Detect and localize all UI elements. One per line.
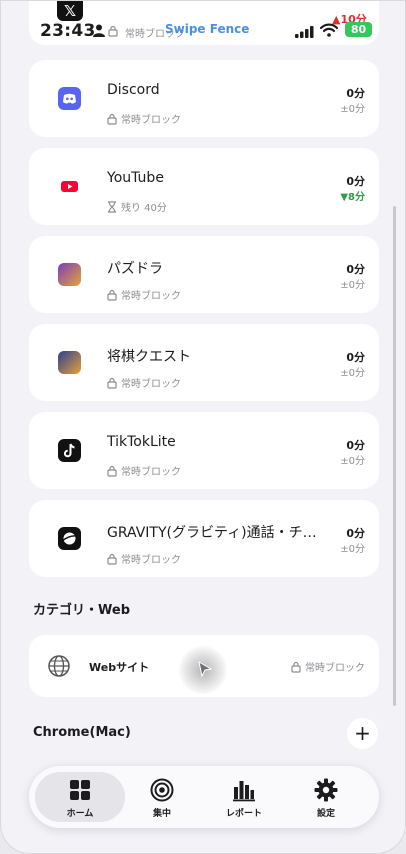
chrome-section-title: Chrome(Mac) xyxy=(33,725,131,740)
lock-icon xyxy=(291,661,301,673)
cursor-arrow-icon xyxy=(198,661,212,677)
app-status-text: 残り 40分 xyxy=(121,203,167,214)
app-usage-time: 0分 xyxy=(346,439,365,452)
tab-settings[interactable]: 設定 xyxy=(281,772,371,822)
battery-indicator: 80 xyxy=(345,22,372,37)
tab-focus[interactable]: 集中 xyxy=(117,772,207,822)
app-card[interactable]: 将棋クエスト常時ブロック 0分 ±0分 xyxy=(29,324,379,401)
app-name: YouTube xyxy=(107,170,164,186)
app-usage-delta: ±0分 xyxy=(340,280,365,291)
app-status-text: 常時ブロック xyxy=(121,467,181,478)
tab-report[interactable]: レポート xyxy=(199,772,289,822)
app-status-text: 常時ブロック xyxy=(121,379,181,390)
discord-icon xyxy=(58,87,81,110)
app-usage-time: 0分 xyxy=(346,263,365,276)
app-usage-delta: ±0分 xyxy=(340,104,365,115)
app-status: 残り 40分 xyxy=(107,199,167,214)
app-usage-time: 0分 xyxy=(346,175,365,188)
app-name: TikTokLite xyxy=(107,434,176,450)
app-status: 常時ブロック xyxy=(107,111,181,126)
app-card[interactable]: パズドラ常時ブロック 0分 ±0分 xyxy=(29,236,379,313)
app-name: パズドラ xyxy=(107,261,163,277)
tab-report-label: レポート xyxy=(225,809,262,819)
app-usage-delta: ▼8分 xyxy=(340,192,365,203)
puzzle-dragons-icon xyxy=(58,263,81,286)
app-card[interactable]: TikTokLite 常時ブロック 0分 ±0分 xyxy=(29,412,379,489)
add-button[interactable]: + xyxy=(347,718,378,749)
youtube-glyph xyxy=(61,181,78,192)
globe-icon xyxy=(48,655,70,677)
app-status: 常時ブロック xyxy=(107,551,181,566)
cellular-signal-icon xyxy=(295,26,314,38)
tab-bar: ホーム 集中 レポート 設定 xyxy=(29,766,379,828)
gravity-icon xyxy=(58,527,81,550)
web-category-status: 常時ブロック xyxy=(291,659,365,674)
shogi-quest-icon xyxy=(58,351,81,374)
tab-home-label: ホーム xyxy=(66,809,94,819)
app-usage-time: 0分 xyxy=(346,351,365,364)
app-usage-delta: ±0分 xyxy=(340,456,365,467)
web-category-label: Webサイト xyxy=(89,661,150,674)
app-card[interactable]: GRAVITY(グラビティ)通話・チ… 常時ブロック 0分 ±0分 xyxy=(29,500,379,577)
person-icon xyxy=(93,24,105,37)
lock-icon xyxy=(108,25,118,37)
report-chart-icon xyxy=(233,781,255,802)
app-status: 常時ブロック xyxy=(107,287,181,302)
app-status-text: 常時ブロック xyxy=(121,115,181,126)
settings-gear-icon xyxy=(314,778,338,802)
tab-home[interactable]: ホーム xyxy=(35,772,125,822)
app-card[interactable]: Discord 常時ブロック 0分 ±0分 xyxy=(29,60,379,137)
app-name-title: Swipe Fence xyxy=(165,22,250,36)
app-name: Discord xyxy=(107,82,160,98)
app-usage-time: 0分 xyxy=(346,87,365,100)
app-name: GRAVITY(グラビティ)通話・チ… xyxy=(107,525,317,541)
app-card[interactable]: YouTube 残り 40分 0分 ▼8分 xyxy=(29,148,379,225)
lock-icon xyxy=(107,553,117,565)
app-name: 将棋クエスト xyxy=(107,349,191,365)
scrollbar[interactable] xyxy=(393,206,396,706)
phone-screen: 𝕏 ▲10分 23:43 常時ブロック Swipe Fence 80 Disco… xyxy=(0,0,406,854)
focus-target-icon xyxy=(150,778,174,802)
tab-focus-label: 集中 xyxy=(152,809,171,819)
app-usage-delta: ±0分 xyxy=(340,368,365,379)
hourglass-icon xyxy=(108,200,116,213)
app-status: 常時ブロック xyxy=(107,375,181,390)
app-usage-delta: ±0分 xyxy=(340,544,365,555)
wifi-icon xyxy=(320,23,338,37)
lock-icon xyxy=(107,113,117,125)
app-status-text: 常時ブロック xyxy=(121,555,181,566)
status-time: 23:43 xyxy=(40,21,96,41)
discord-glyph xyxy=(63,93,76,104)
youtube-icon xyxy=(58,175,81,198)
app-status-text: 常時ブロック xyxy=(121,291,181,302)
lock-icon xyxy=(107,465,117,477)
lock-icon xyxy=(107,289,117,301)
app-status: 常時ブロック xyxy=(107,463,181,478)
tiktok-icon xyxy=(58,439,81,462)
category-section-title: カテゴリ・Web xyxy=(33,603,130,618)
lock-icon xyxy=(107,377,117,389)
web-category-status-text: 常時ブロック xyxy=(305,663,365,674)
tiktok-glyph xyxy=(63,443,75,458)
x-app-icon: 𝕏 xyxy=(57,1,83,21)
gravity-glyph xyxy=(61,532,78,545)
app-usage-time: 0分 xyxy=(346,527,365,540)
tab-settings-label: 設定 xyxy=(316,809,335,819)
home-grid-icon xyxy=(70,780,90,800)
